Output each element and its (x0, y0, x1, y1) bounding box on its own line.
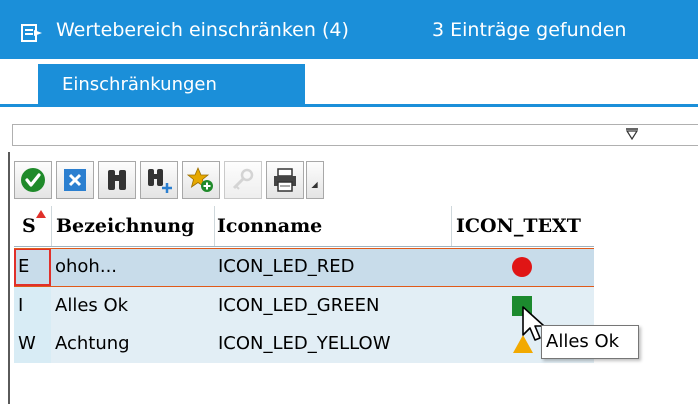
find-next-button[interactable] (140, 161, 178, 199)
personal-list-button[interactable] (224, 161, 262, 199)
column-header-iconname[interactable]: Iconname (215, 206, 451, 246)
window-title: Wertebereich einschränken (4) (56, 19, 349, 41)
entries-found-label: 3 Einträge gefunden (432, 19, 627, 41)
sort-ascending-icon (36, 210, 46, 218)
iconname-cell: ICON_LED_GREEN (218, 295, 380, 316)
table-row[interactable]: E ohoh... ICON_LED_RED (14, 248, 594, 286)
tab-einschraenkungen[interactable]: Einschränkungen (38, 64, 305, 104)
add-favorite-icon (187, 166, 213, 192)
title-bar: Wertebereich einschränken (4) 3 Einträge… (0, 0, 698, 59)
key-icon (232, 168, 254, 190)
table-row[interactable]: I Alles Ok ICON_LED_GREEN (14, 287, 594, 325)
status-cell: W (18, 333, 36, 354)
restrict-values-icon (21, 24, 42, 42)
column-header-bezeichnung[interactable]: Bezeichnung (52, 206, 214, 246)
binoculars-plus-icon (148, 169, 172, 193)
checkmark-icon (21, 168, 45, 192)
print-menu-button[interactable] (306, 161, 324, 199)
tab-underline (0, 104, 698, 107)
restriction-toggle-bar[interactable] (12, 124, 698, 146)
tab-strip: Einschränkungen (0, 59, 698, 109)
bezeichnung-cell: ohoh... (55, 256, 118, 277)
dropdown-triangle-icon (311, 181, 318, 188)
add-favorite-button[interactable] (182, 161, 220, 199)
tooltip: Alles Ok (541, 325, 639, 359)
print-icon (274, 168, 296, 192)
triangle-down-icon[interactable] (625, 128, 639, 140)
status-cell: I (18, 295, 24, 316)
tab-label: Einschränkungen (62, 74, 217, 95)
header-divider (14, 246, 594, 247)
find-button[interactable] (98, 161, 136, 199)
bezeichnung-cell: Achtung (55, 333, 130, 354)
table-row[interactable]: W Achtung ICON_LED_YELLOW (14, 325, 594, 363)
binoculars-icon (108, 170, 126, 190)
column-header-s[interactable]: S (14, 206, 51, 246)
iconname-cell: ICON_LED_RED (218, 256, 355, 277)
cancel-button[interactable] (56, 161, 94, 199)
tooltip-text: Alles Ok (546, 331, 620, 352)
red-led-icon (512, 257, 532, 277)
cancel-icon (64, 169, 86, 191)
bezeichnung-cell: Alles Ok (55, 295, 129, 316)
current-cell-marker (14, 248, 51, 286)
accept-button[interactable] (14, 161, 52, 199)
print-button[interactable] (266, 161, 304, 199)
iconname-cell: ICON_LED_YELLOW (218, 333, 391, 354)
selection-border-top (14, 248, 594, 249)
frame-border (8, 152, 10, 404)
column-header-icon-text[interactable]: ICON_TEXT (452, 206, 594, 246)
